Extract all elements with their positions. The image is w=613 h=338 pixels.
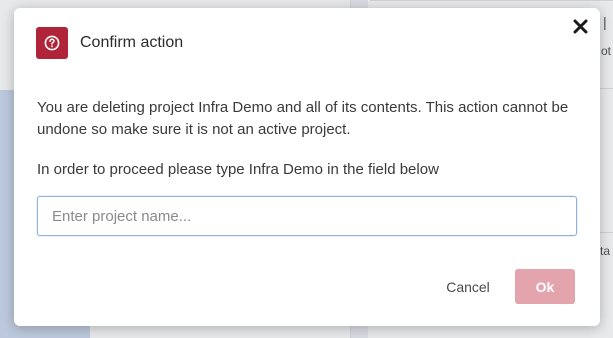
cancel-button[interactable]: Cancel: [432, 270, 504, 304]
ok-button[interactable]: Ok: [515, 269, 575, 304]
dialog-instruction: In order to proceed please type Infra De…: [37, 161, 439, 178]
close-button[interactable]: [570, 16, 590, 36]
dialog-message: You are deleting project Infra Demo and …: [37, 99, 569, 138]
confirm-dialog: Confirm action You are deleting project …: [14, 8, 600, 326]
question-circle-icon: [36, 27, 68, 59]
dialog-title: Confirm action: [80, 34, 184, 51]
project-name-input[interactable]: [37, 196, 577, 236]
close-x-icon: [573, 19, 587, 33]
dialog-header: Confirm action: [36, 26, 580, 60]
